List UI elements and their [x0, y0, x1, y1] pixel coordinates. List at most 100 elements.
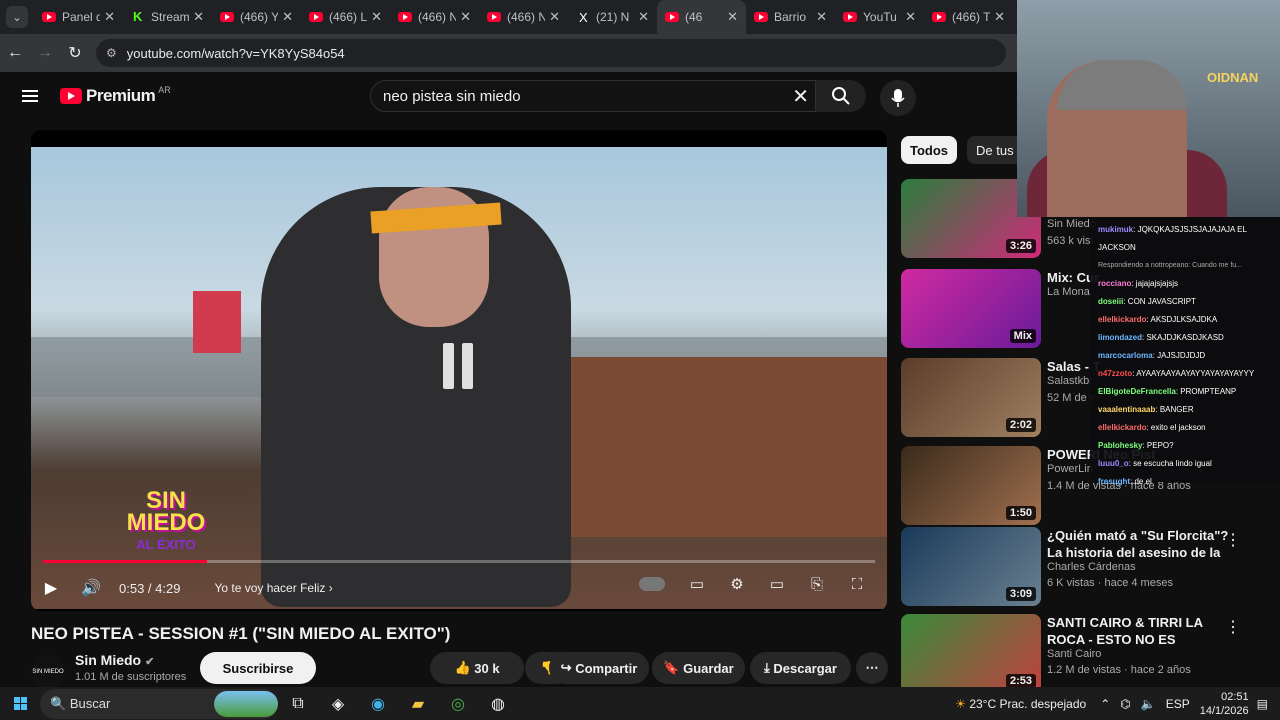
tab-search-button[interactable]: ⌄ — [6, 6, 28, 28]
address-bar[interactable]: ⚙ youtube.com/watch?v=YK8YyS84o54 — [96, 39, 1006, 67]
browser-tab[interactable]: (466) Y ✕ — [212, 0, 301, 34]
chat-message: marcocarloma: JAJSJDJDJD — [1098, 347, 1272, 365]
volume-icon[interactable]: 🔊 — [71, 578, 111, 598]
browser-tab[interactable]: (466) N ✕ — [479, 0, 568, 34]
channel-name[interactable]: Sin Miedo ✔ — [75, 652, 154, 668]
browser-tab[interactable]: Barrio ✕ — [746, 0, 835, 34]
play-icon[interactable]: ▶ — [31, 578, 71, 598]
theater-mode-icon[interactable]: ▭ — [757, 575, 797, 593]
video-thumbnail[interactable]: 3:09 — [901, 527, 1041, 606]
browser-tab[interactable]: (21) N ✕ — [568, 0, 657, 34]
forward-icon[interactable]: → — [30, 44, 60, 62]
copilot-icon[interactable]: ◈ — [318, 694, 358, 714]
more-vert-icon[interactable]: ⋮ — [1225, 617, 1241, 637]
chip-todos[interactable]: Todos — [901, 136, 958, 164]
chapter-title[interactable]: Yo te voy hacer Feliz › — [214, 581, 332, 595]
task-view-icon[interactable]: ⧉ — [278, 695, 318, 713]
video-thumbnail[interactable]: Mix — [901, 269, 1041, 348]
youtube-header: Premium AR neo pistea sin miedo ✕ — [0, 72, 1017, 120]
recommended-channel[interactable]: PowerLin — [1047, 463, 1093, 475]
cast-icon[interactable]: ⎘ — [797, 576, 837, 593]
settings-icon[interactable]: ⚙ — [717, 575, 757, 593]
taskbar-search[interactable]: 🔍 Buscar — [40, 688, 278, 719]
reload-icon[interactable]: ↻ — [60, 43, 90, 63]
close-tab-icon[interactable]: ✕ — [193, 9, 204, 25]
recommended-channel[interactable]: Charles Cárdenas — [1047, 561, 1136, 573]
tab-title: (466) Y — [240, 10, 279, 24]
tray-chevron-icon[interactable]: ⌃ — [1100, 697, 1110, 711]
notifications-icon[interactable]: ▤ — [1257, 697, 1268, 711]
search-input[interactable]: neo pistea sin miedo ✕ — [370, 80, 816, 112]
speaker-icon[interactable]: 🔈 — [1141, 697, 1156, 711]
file-explorer-icon[interactable]: ▰ — [398, 694, 438, 714]
recommended-video[interactable]: 3:09 ¿Quién mató a "Su Florcita"? La hist… — [901, 527, 1271, 607]
more-actions-button[interactable]: ⋯ — [856, 652, 888, 684]
weather-text[interactable]: 23°C Prac. despejado — [969, 697, 1086, 711]
close-tab-icon[interactable]: ✕ — [282, 9, 293, 25]
video-thumbnail[interactable]: 2:02 — [901, 358, 1041, 437]
channel-avatar[interactable]: SIN MIEDO — [31, 655, 65, 689]
clock[interactable]: 02:51 14/1/2026 — [1200, 690, 1249, 718]
youtube-premium-logo[interactable]: Premium AR — [60, 85, 171, 106]
fullscreen-icon[interactable]: ⛶ — [837, 576, 877, 593]
search-icon: 🔍 — [50, 695, 70, 711]
video-player[interactable]: SIN MIEDO AL ÉXITO ▶ 🔊 0:53 / 4:29 Yo te… — [31, 130, 887, 611]
video-thumbnail[interactable]: 2:53 — [901, 614, 1041, 693]
chrome-icon[interactable]: ◎ — [438, 694, 478, 714]
site-info-icon[interactable]: ⚙ — [106, 46, 117, 60]
bookmark-icon: 🔖 — [663, 660, 684, 675]
progress-bar[interactable] — [43, 560, 875, 563]
save-button[interactable]: 🔖 Guardar — [652, 652, 745, 684]
chat-message: doseiii: CON JAVASCRIPT — [1098, 293, 1272, 311]
recommended-channel[interactable]: La Mona — [1047, 286, 1090, 298]
browser-tab[interactable]: (466) L ✕ — [301, 0, 390, 34]
voice-search-button[interactable] — [880, 80, 916, 116]
share-button[interactable]: ↪ Compartir — [549, 652, 649, 684]
network-icon[interactable]: ⌬ — [1120, 697, 1130, 711]
windows-start-icon[interactable] — [0, 697, 40, 710]
download-button[interactable]: ⤓ Descargar — [750, 652, 851, 684]
autoplay-toggle[interactable] — [639, 577, 665, 591]
menu-icon[interactable] — [22, 87, 38, 105]
recommended-title[interactable]: SANTI CAIRO & TIRRI LA ROCA - ESTO NO ES… — [1047, 614, 1229, 648]
recommended-video[interactable]: 2:53 SANTI CAIRO & TIRRI LA ROCA - ESTO N… — [901, 614, 1271, 694]
edge-icon[interactable]: ◉ — [358, 694, 398, 714]
clear-search-icon[interactable]: ✕ — [792, 84, 809, 109]
tab-title: YouTu — [863, 10, 897, 24]
search-button[interactable] — [816, 80, 866, 112]
browser-tab[interactable]: Stream✕ — [123, 0, 212, 34]
chat-username: vaaalentinaaab — [1098, 405, 1156, 414]
recommended-title[interactable]: ¿Quién mató a "Su Florcita"? La historia… — [1047, 527, 1229, 561]
close-tab-icon[interactable]: ✕ — [371, 9, 382, 25]
browser-tab[interactable]: (466) N ✕ — [390, 0, 479, 34]
browser-tab[interactable]: YouTu ✕ — [835, 0, 924, 34]
like-button[interactable]: 👍 30 k — [430, 652, 524, 684]
obs-icon[interactable]: ◍ — [478, 694, 518, 714]
close-tab-icon[interactable]: ✕ — [460, 9, 471, 25]
close-tab-icon[interactable]: ✕ — [549, 9, 560, 25]
search-icon — [832, 87, 850, 105]
close-tab-icon[interactable]: ✕ — [104, 9, 115, 25]
recommended-channel[interactable]: Salastkbr — [1047, 375, 1093, 387]
video-thumbnail[interactable]: 1:50 — [901, 446, 1041, 525]
browser-tab[interactable]: Panel d ✕ — [34, 0, 123, 34]
avatar-text: SIN MIEDO — [32, 669, 64, 675]
pause-overlay-icon[interactable] — [443, 343, 473, 389]
recommended-channel[interactable]: Sin Miedo — [1047, 218, 1096, 230]
subtitles-icon[interactable]: ▭ — [677, 575, 717, 593]
chat-username: ellelkickardo — [1098, 423, 1147, 432]
close-tab-icon[interactable]: ✕ — [994, 9, 1005, 25]
close-tab-icon[interactable]: ✕ — [638, 9, 649, 25]
browser-tab[interactable]: (46 ✕ — [657, 0, 746, 34]
back-icon[interactable]: ← — [0, 44, 30, 62]
subscribe-button[interactable]: Suscribirse — [200, 652, 316, 684]
browser-tab[interactable]: (466) T ✕ — [924, 0, 1013, 34]
language-indicator[interactable]: ESP — [1166, 697, 1190, 711]
close-tab-icon[interactable]: ✕ — [727, 9, 738, 25]
more-vert-icon[interactable]: ⋮ — [1225, 530, 1241, 550]
close-tab-icon[interactable]: ✕ — [905, 9, 916, 25]
tab-title: Stream — [151, 10, 190, 24]
youtube-icon — [398, 12, 412, 22]
recommended-channel[interactable]: Santi Cairo — [1047, 648, 1101, 660]
close-tab-icon[interactable]: ✕ — [816, 9, 827, 25]
